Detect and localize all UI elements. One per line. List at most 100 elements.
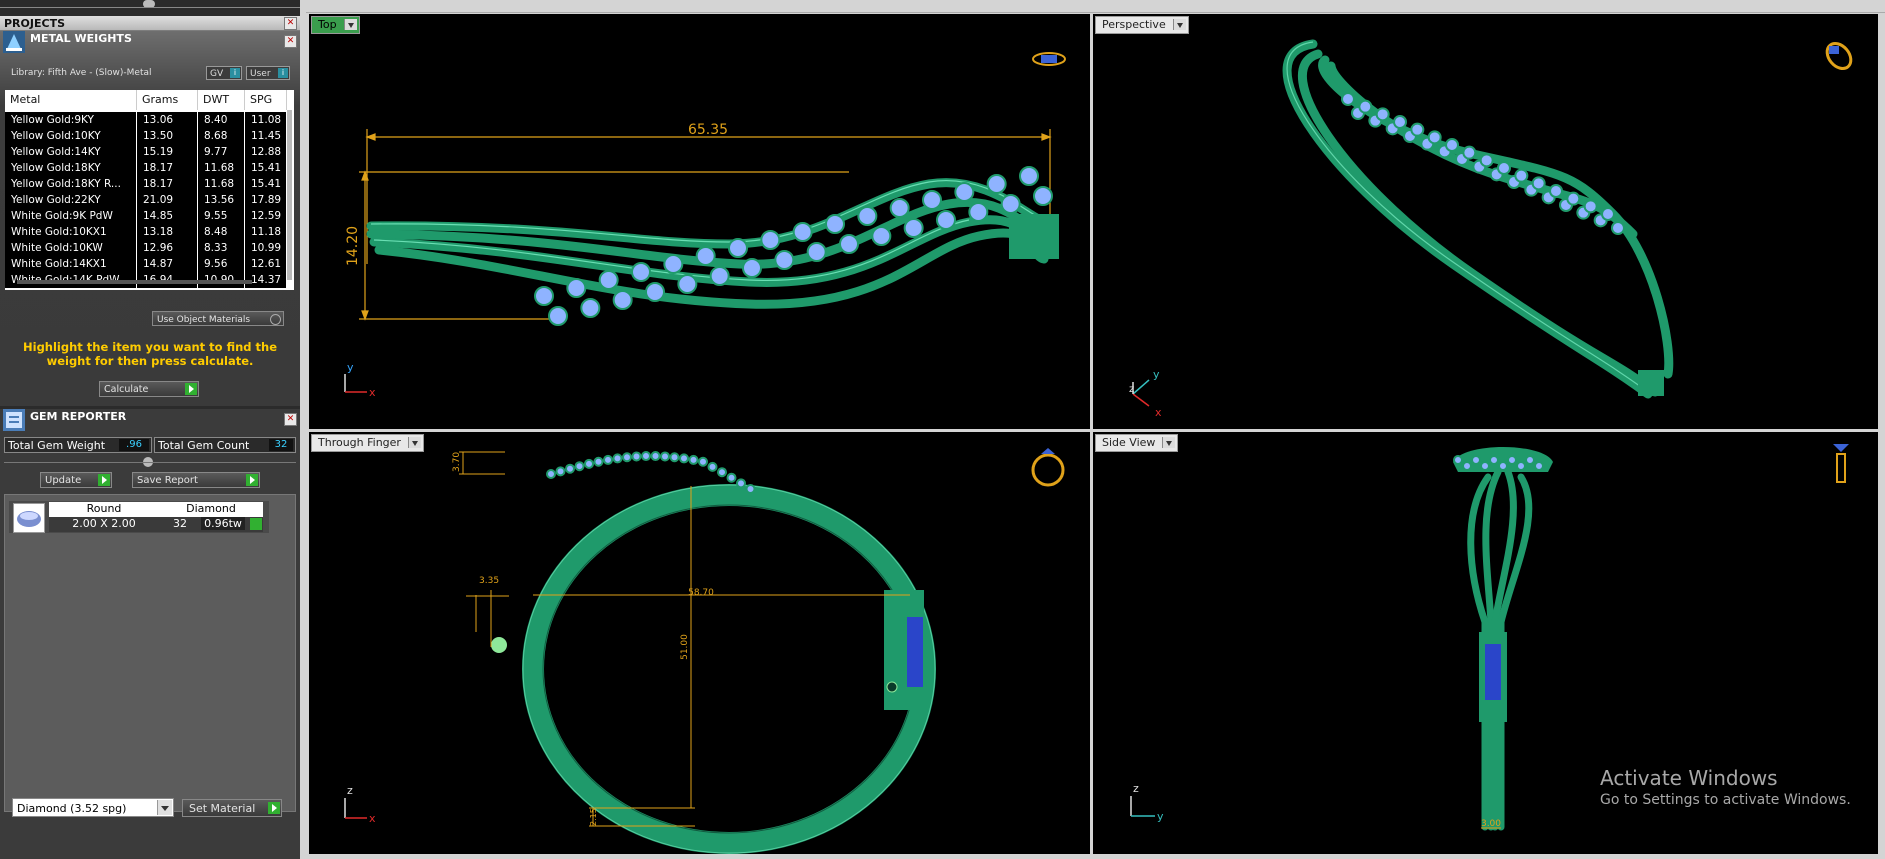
table-cell: 10.99 (245, 240, 287, 256)
gem-stone (1341, 92, 1355, 106)
total-gem-count: Total Gem Count 32 (154, 437, 296, 453)
gem-stone (548, 306, 568, 326)
gem-stone (825, 214, 845, 234)
update-label: Update (45, 475, 82, 486)
table-cell: 13.18 (137, 224, 198, 240)
side-dim-w: 3.00 (1481, 819, 1501, 829)
info-icon: i (230, 68, 240, 78)
axis-y-label: y (1157, 810, 1164, 823)
chevron-down-icon (157, 800, 172, 815)
gem-stone (936, 210, 956, 230)
column-header-grams[interactable]: Grams (137, 90, 198, 110)
use-object-materials-checkbox[interactable]: Use Object Materials (152, 311, 284, 326)
ring-perspective-icon (1825, 41, 1853, 71)
table-row[interactable]: Yellow Gold:22KY 21.09 13.56 17.89 (5, 192, 287, 208)
gem-stone (660, 451, 670, 462)
table-row[interactable]: White Gold:9K PdW 14.85 9.55 12.59 (5, 208, 287, 224)
gem-stone (1534, 461, 1544, 471)
table-row[interactable]: White Gold:14KX1 14.87 9.56 12.61 (5, 256, 287, 272)
gem-stone (742, 258, 762, 278)
gem-stone (612, 453, 623, 464)
column-header-metal[interactable]: Metal (5, 90, 137, 110)
metal-table: Metal Grams DWT SPG Yellow Gold:9KY 13.06 8.4… (5, 90, 294, 290)
gem-stone (857, 206, 878, 226)
activate-windows-watermark: Activate Windows Go to Settings to activ… (1600, 766, 1851, 808)
table-row[interactable]: Yellow Gold:18KY 18.17 11.68 15.41 (5, 160, 287, 176)
gem-stone (889, 198, 910, 218)
gem-count: 32 (173, 517, 187, 530)
table-row[interactable]: Yellow Gold:18KY R... 18.17 11.68 15.41 (5, 176, 287, 192)
divider (0, 7, 300, 8)
table-cell: 11.08 (245, 112, 287, 128)
table-cell: 9.55 (198, 208, 245, 224)
play-icon[interactable] (250, 518, 262, 530)
axis-z-label: z (1133, 782, 1139, 795)
table-row[interactable]: Yellow Gold:14KY 15.19 9.77 12.88 (5, 144, 287, 160)
gem-details: Round Diamond 2.00 X 2.00 32 0.96tw (49, 502, 263, 532)
top-height-dim: 14.20 (345, 226, 361, 266)
table-cell: Yellow Gold:14KY (5, 144, 137, 160)
table-cell: 12.59 (245, 208, 287, 224)
axis-indicator (1132, 379, 1150, 407)
calculate-button[interactable]: Calculate (99, 381, 199, 397)
gem-reporter-title: GEM REPORTER (30, 410, 127, 423)
ring-top-icon (1032, 52, 1066, 66)
gem-stone (1393, 115, 1407, 129)
table-cell: 17.89 (245, 192, 287, 208)
table-row[interactable]: White Gold:10KW 12.96 8.33 10.99 (5, 240, 287, 256)
gem-stone (871, 226, 892, 246)
table-row[interactable]: Yellow Gold:10KY 13.50 8.68 11.45 (5, 128, 287, 144)
axis-y-label: y (1153, 368, 1160, 381)
gem-stone (1480, 461, 1490, 471)
close-icon[interactable]: ✕ (284, 35, 297, 48)
gem-stone (1471, 455, 1481, 465)
axis-indicator (344, 374, 367, 393)
through-finger-drawing: 3.35 3.70 58.70 51.00 2.15 z x (344, 448, 1065, 854)
gem-stone (774, 250, 795, 270)
gem-stone (622, 452, 632, 463)
projects-header[interactable]: PROJECTS ✕ (0, 16, 300, 31)
gem-stone (1601, 207, 1615, 221)
save-report-button[interactable]: Save Report (132, 472, 260, 488)
gem-stone (580, 298, 601, 318)
gem-stone (1462, 145, 1477, 160)
column-header-dwt[interactable]: DWT (198, 90, 245, 110)
gem-row[interactable]: Round Diamond 2.00 X 2.00 32 0.96tw (9, 501, 269, 533)
info-icon: i (278, 68, 288, 78)
table-cell: 15.19 (137, 144, 198, 160)
calculate-label: Calculate (104, 384, 149, 395)
table-cell: 12.96 (137, 240, 198, 256)
radio-icon (270, 314, 281, 325)
round-gem-icon (13, 503, 45, 533)
tf-dim-b: 3.35 (479, 576, 499, 586)
viewport-through-finger[interactable]: Through Finger 3.35 3.70 58.70 51.00 2.1… (309, 432, 1090, 854)
user-toggle[interactable]: User i (246, 66, 290, 80)
material-select[interactable]: Diamond (3.52 spg) (12, 798, 174, 817)
update-button[interactable]: Update (40, 472, 112, 488)
viewport-perspective[interactable]: Perspective y z x (1093, 14, 1878, 429)
set-material-button[interactable]: Set Material (182, 799, 282, 817)
save-report-label: Save Report (137, 475, 198, 486)
clasp-pin (886, 681, 898, 693)
ring-side-icon (1833, 444, 1849, 483)
gem-stone (593, 456, 604, 467)
metal-weights-title: METAL WEIGHTS (30, 32, 132, 45)
viewport-top[interactable]: Top 65.35 14.20 y x (309, 14, 1090, 429)
gem-stone (1497, 161, 1511, 175)
table-vertical-scrollbar[interactable] (287, 110, 292, 280)
gem-stone (1514, 168, 1529, 183)
gem-stone (650, 451, 661, 462)
gem-stone (1000, 194, 1021, 214)
table-row[interactable]: White Gold:10KX1 13.18 8.48 11.18 (5, 224, 287, 240)
table-row[interactable]: Yellow Gold:9KY 13.06 8.40 11.08 (5, 112, 287, 128)
watermark-title: Activate Windows (1600, 766, 1778, 790)
close-icon[interactable]: ✕ (284, 17, 297, 30)
gem-stone (736, 478, 746, 489)
table-horizontal-scrollbar[interactable] (17, 280, 252, 284)
gem-stone (645, 282, 665, 302)
play-icon (268, 802, 280, 814)
table-cell: 21.09 (137, 192, 198, 208)
gv-toggle[interactable]: GV i (206, 66, 242, 80)
close-icon[interactable]: ✕ (284, 413, 297, 426)
column-header-spg[interactable]: SPG (245, 90, 287, 110)
